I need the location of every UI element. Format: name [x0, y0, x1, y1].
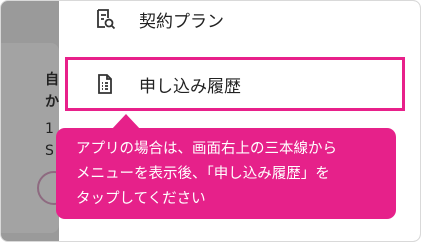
- contract-search-icon: [93, 7, 117, 31]
- background-text-4: S: [45, 143, 54, 159]
- background-text-2: か: [45, 94, 59, 110]
- background-text-3: 1: [45, 121, 54, 137]
- instruction-callout: アプリの場合は、画面右上の三本線から メニューを表示後、「申し込み履歴」を タッ…: [56, 128, 396, 219]
- callout-text: アプリの場合は、画面右上の三本線から メニューを表示後、「申し込み履歴」を タッ…: [76, 141, 337, 207]
- menu-item-label: 契約プラン: [139, 11, 224, 32]
- background-text-1: 自: [45, 72, 59, 88]
- screenshot-frame: 自 か 1 S 契約プラン 申し込み履歴 アプリの場合は、画面右上の三本線から …: [0, 0, 421, 242]
- menu-item-contract-plan[interactable]: 契約プラン: [59, 1, 420, 43]
- highlight-frame: [65, 57, 405, 111]
